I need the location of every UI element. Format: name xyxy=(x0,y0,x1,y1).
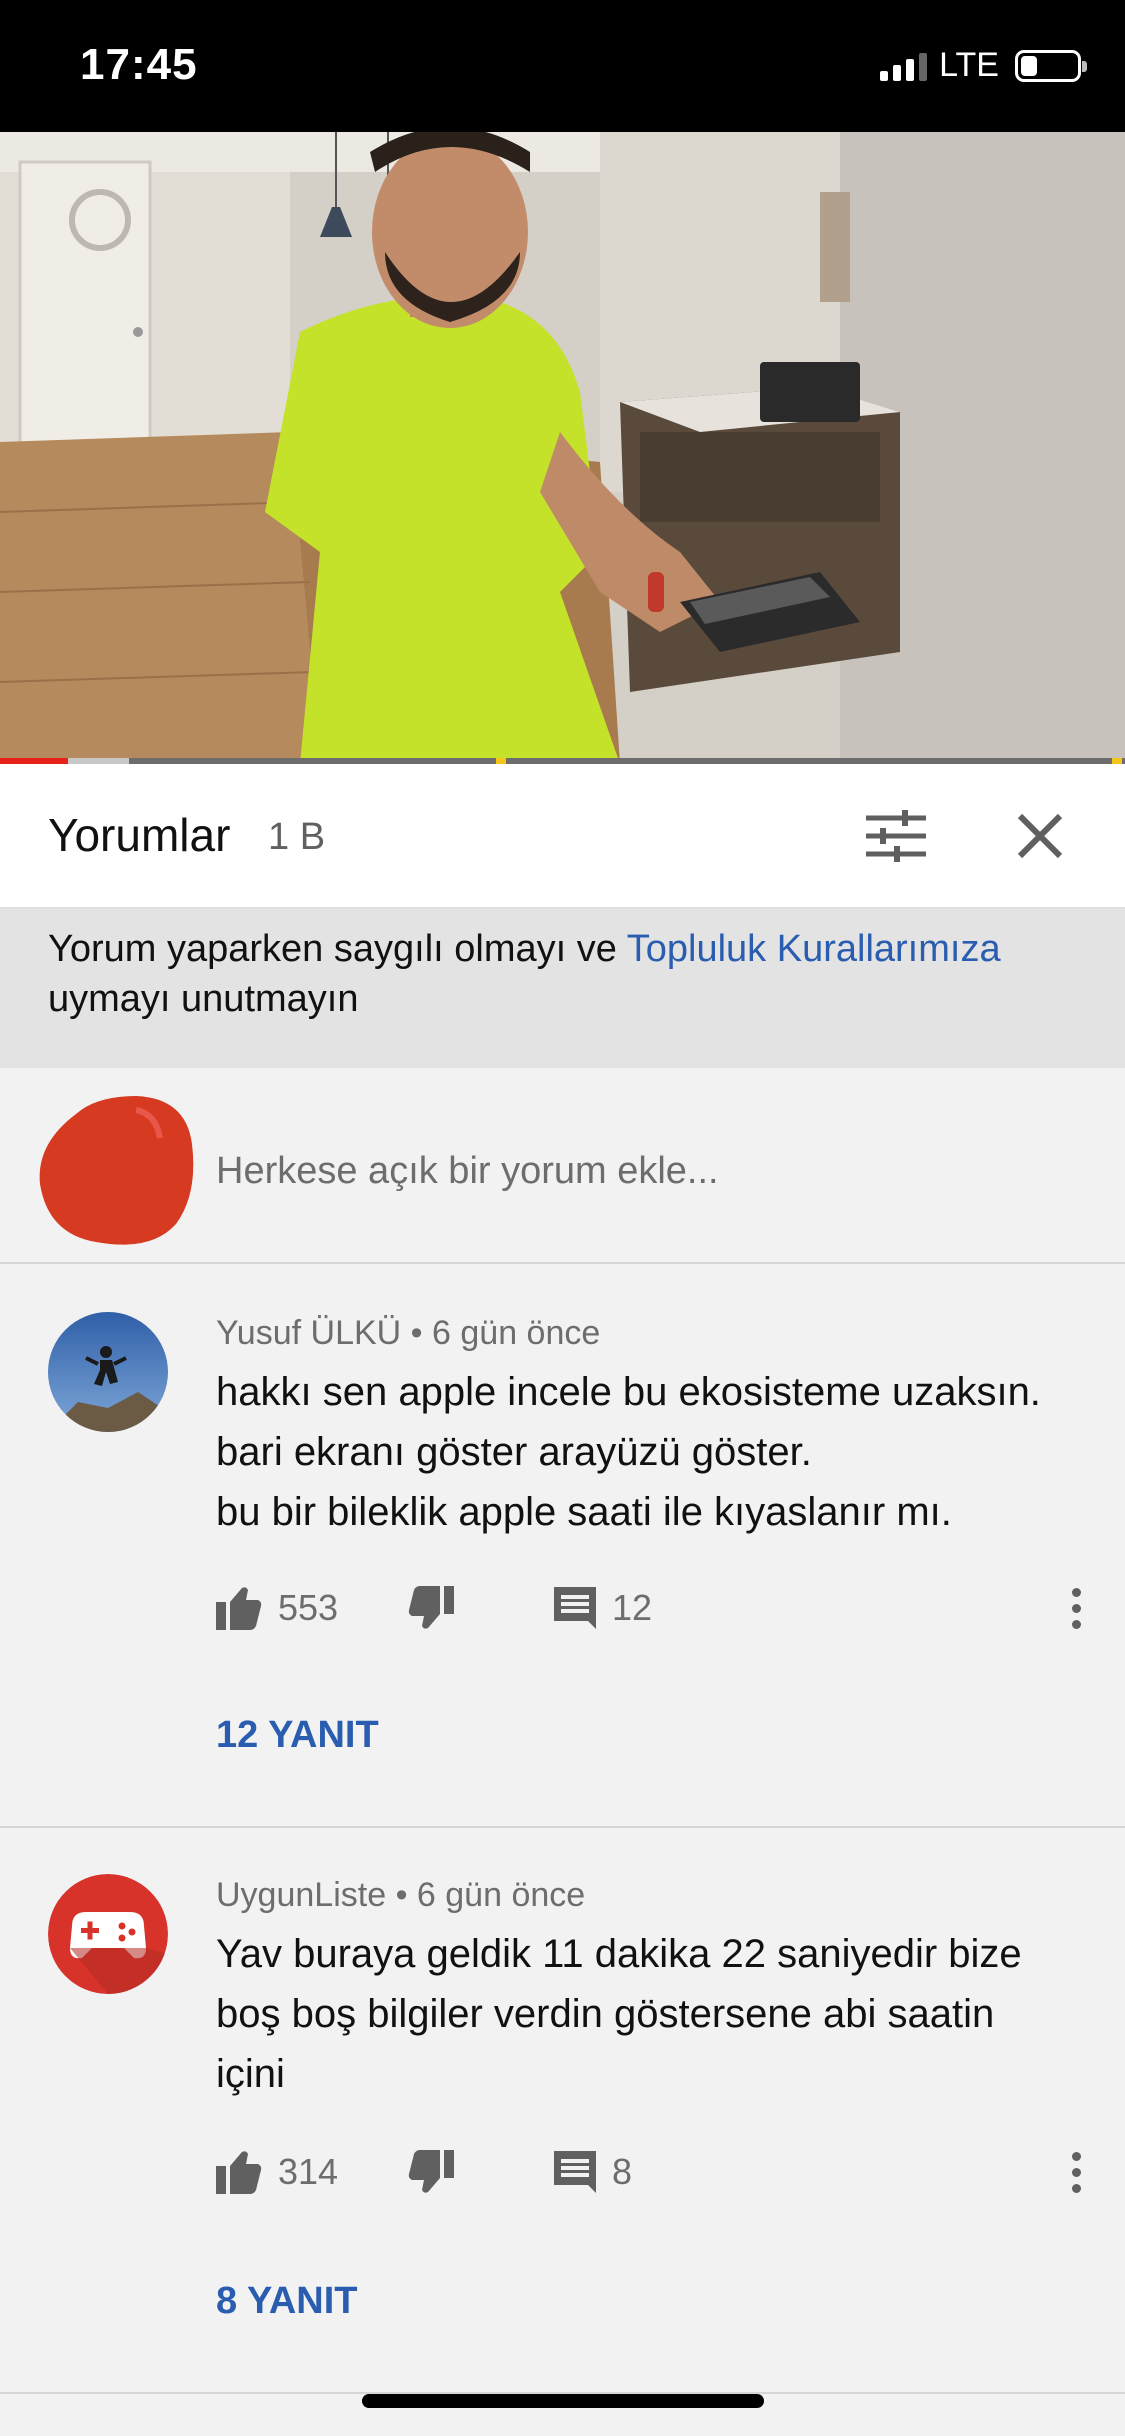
thumbs-up-icon xyxy=(216,2151,262,2194)
thumbs-down-icon xyxy=(408,1586,454,1629)
meta-separator: • xyxy=(410,1314,423,1352)
signal-bar xyxy=(880,70,889,81)
user-avatar xyxy=(39,1096,194,1245)
commenter-avatar[interactable] xyxy=(48,1874,168,1994)
notice-text: Yorum yaparken saygılı olmayı ve xyxy=(48,928,627,970)
comment-line: içini xyxy=(216,2052,285,2096)
video-frame xyxy=(0,132,1125,764)
commenter-avatar[interactable] xyxy=(48,1312,168,1432)
comment-line: Yav buraya geldik 11 dakika 22 saniyedir… xyxy=(216,1932,1022,1976)
more-options-icon[interactable] xyxy=(1056,2142,1096,2202)
view-replies-link[interactable]: 8 YANIT xyxy=(216,2280,358,2323)
close-icon xyxy=(1017,813,1063,859)
meta-separator: • xyxy=(395,1876,408,1914)
comment-line: boş boş bilgiler verdin göstersene abi s… xyxy=(216,1992,995,2036)
signal-bar xyxy=(906,58,915,81)
video-player[interactable] xyxy=(0,132,1125,764)
comment-meta: Yusuf ÜLKÜ • 6 gün önce xyxy=(216,1314,600,1353)
sort-filter-icon xyxy=(866,810,926,862)
reply-comment-icon xyxy=(554,2151,596,2193)
close-comments-button[interactable] xyxy=(1002,798,1078,874)
status-bar: 17:45 LTE xyxy=(0,0,1125,132)
community-guidelines-notice: Yorum yaparken saygılı olmayı ve Toplulu… xyxy=(0,908,1125,1068)
comment-actions: 553 12 xyxy=(216,1578,1096,1638)
comment-meta: UygunListe • 6 gün önce xyxy=(216,1876,585,1915)
sort-button[interactable] xyxy=(858,798,934,874)
signal-strength-icon xyxy=(880,51,928,81)
comment-time: 6 gün önce xyxy=(416,1876,586,1914)
comments-count: 1 B xyxy=(268,816,326,858)
dislike-button[interactable] xyxy=(408,1578,454,1638)
thumbs-up-icon xyxy=(216,1587,262,1630)
status-time: 17:45 xyxy=(80,40,198,89)
comments-header: Yorumlar 1 B xyxy=(0,764,1125,908)
comment-author[interactable]: Yusuf ÜLKÜ xyxy=(216,1314,401,1352)
comment-item: Yusuf ÜLKÜ • 6 gün önce hakkı sen apple … xyxy=(0,1264,1125,1828)
comment-item: UygunListe • 6 gün önce Yav buraya geldi… xyxy=(0,1828,1125,2394)
home-indicator[interactable] xyxy=(362,2394,764,2408)
signal-bar xyxy=(919,52,928,81)
battery-icon xyxy=(1015,49,1087,82)
community-guidelines-link[interactable]: Topluluk Kurallarımıza xyxy=(627,928,1001,970)
reply-count: 8 xyxy=(612,2151,633,2192)
like-button[interactable]: 314 xyxy=(216,2142,338,2202)
network-type: LTE xyxy=(939,46,999,84)
comment-actions: 314 8 xyxy=(216,2142,1096,2202)
dislike-button[interactable] xyxy=(408,2142,454,2202)
comment-line: hakkı sen apple incele bu ekosisteme uza… xyxy=(216,1370,1041,1414)
comments-title: Yorumlar xyxy=(48,809,231,861)
view-replies-link[interactable]: 12 YANIT xyxy=(216,1714,379,1757)
reply-button[interactable]: 12 xyxy=(554,1578,652,1638)
add-comment-row[interactable]: Herkese açık bir yorum ekle... xyxy=(0,1068,1125,1264)
status-indicators: LTE xyxy=(880,46,1087,85)
like-button[interactable]: 553 xyxy=(216,1578,338,1638)
comment-line: bari ekranı göster arayüzü göster. xyxy=(216,1430,812,1474)
signal-bar xyxy=(893,64,902,81)
reply-comment-icon xyxy=(554,1587,596,1629)
battery-level xyxy=(1021,55,1037,76)
comment-text: hakkı sen apple incele bu ekosisteme uza… xyxy=(216,1362,1096,1542)
reply-button[interactable]: 8 xyxy=(554,2142,632,2202)
comment-line: bu bir bileklik apple saati ile kıyaslan… xyxy=(216,1490,952,1534)
more-options-icon[interactable] xyxy=(1056,1578,1096,1638)
like-count: 553 xyxy=(278,1587,339,1628)
like-count: 314 xyxy=(278,2151,339,2192)
comment-author[interactable]: UygunListe xyxy=(216,1876,386,1914)
add-comment-input[interactable]: Herkese açık bir yorum ekle... xyxy=(216,1150,719,1193)
thumbs-down-icon xyxy=(408,2150,454,2193)
comment-text: Yav buraya geldik 11 dakika 22 saniyedir… xyxy=(216,1924,1096,2104)
notice-text-end: uymayı unutmayın xyxy=(48,978,359,1020)
reply-count: 12 xyxy=(612,1587,653,1628)
comment-time: 6 gün önce xyxy=(432,1314,601,1352)
